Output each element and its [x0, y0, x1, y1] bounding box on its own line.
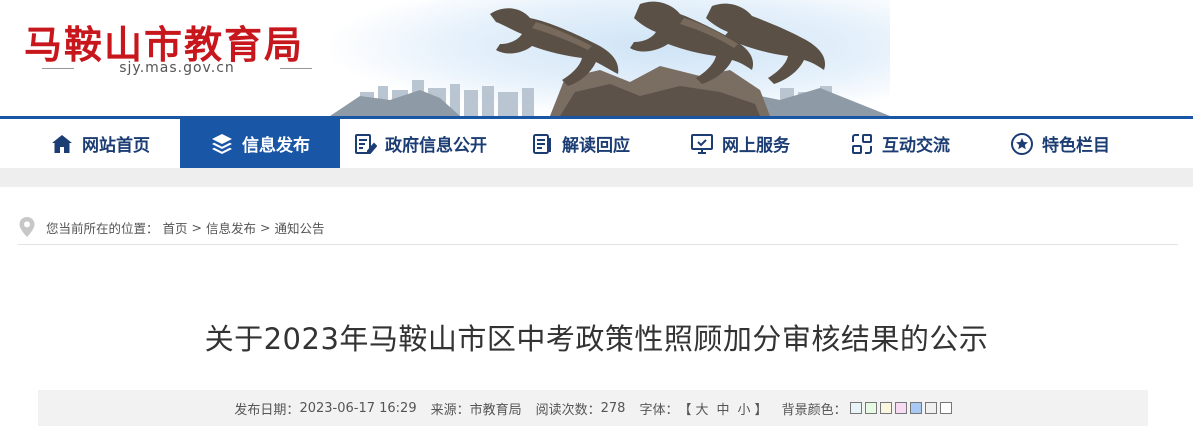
background-swatch-5[interactable] [909, 402, 922, 414]
source-label: 来源： [430, 402, 470, 418]
nav-item-label: 网站首页 [82, 136, 150, 156]
breadcrumb-info-release-link[interactable]: 信息发布 [206, 218, 256, 237]
nav-item-online-service[interactable]: 网上服务 [660, 119, 820, 168]
nav-item-label: 政府信息公开 [385, 136, 487, 156]
nav-item-label: 信息发布 [242, 136, 310, 156]
monitor-icon [690, 132, 714, 156]
layers-icon [210, 132, 234, 156]
star-icon [1010, 132, 1034, 156]
interaction-icon [850, 132, 874, 156]
horse-sculpture-image [330, 1, 890, 116]
site-domain: sjy.mas.gov.cn [42, 60, 312, 76]
breadcrumb-notice-link[interactable]: 通知公告 [275, 218, 325, 237]
nav-item-home[interactable]: 网站首页 [20, 119, 180, 168]
nav-item-featured[interactable]: 特色栏目 [980, 119, 1140, 168]
font-bracket-close: 】 [754, 402, 768, 418]
nav-divider-band [0, 168, 1193, 187]
site-header: 马鞍山市教育局 sjy.mas.gov.cn [0, 0, 1193, 116]
breadcrumb-prefix: 您当前所在的位置： [46, 220, 159, 236]
font-size-small-button[interactable]: 小 [738, 399, 751, 418]
article-meta-bar: 发布日期： 2023-06-17 16:29 来源： 市教育局 阅读次数： 27… [38, 390, 1148, 426]
publish-date-value: 2023-06-17 16:29 [299, 400, 417, 416]
font-size-label: 字体： [639, 402, 679, 418]
background-swatch-6[interactable] [924, 402, 937, 414]
publish-date-label: 发布日期： [234, 402, 300, 418]
nav-item-label: 解读回应 [562, 136, 630, 156]
breadcrumb: 您当前所在的位置： 首页 > 信息发布 > 通知公告 [18, 210, 1178, 245]
font-size-large-button[interactable]: 大 [696, 399, 709, 418]
breadcrumb-separator: > [191, 219, 203, 235]
clipboard-icon [530, 132, 554, 156]
background-color-label: 背景颜色： [781, 402, 847, 418]
background-swatch-7[interactable] [939, 402, 952, 414]
nav-item-info-release[interactable]: 信息发布 [180, 119, 340, 168]
font-bracket-open: 【 [678, 402, 692, 418]
nav-item-label: 网上服务 [722, 136, 790, 156]
view-count-value: 278 [600, 400, 626, 416]
nav-item-label: 特色栏目 [1042, 136, 1110, 156]
breadcrumb-separator: > [260, 219, 271, 235]
location-pin-icon [19, 217, 35, 237]
nav-item-interaction[interactable]: 互动交流 [820, 119, 980, 168]
background-color-swatches [847, 401, 952, 416]
background-swatch-2[interactable] [864, 402, 877, 414]
background-swatch-3[interactable] [879, 402, 892, 414]
source-value: 市教育局 [469, 402, 522, 418]
view-count-label: 阅读次数： [535, 402, 601, 418]
home-icon [50, 132, 74, 156]
main-nav: 网站首页 信息发布 政府信息公开 解读回应 网上服务 互动交流 特色栏目 [0, 116, 1193, 168]
nav-item-label: 互动交流 [882, 136, 950, 156]
breadcrumb-home-link[interactable]: 首页 [163, 218, 188, 237]
background-swatch-1[interactable] [849, 402, 862, 414]
document-edit-icon [353, 132, 377, 156]
background-swatch-4[interactable] [894, 402, 907, 414]
article-title: 关于2023年马鞍山市区中考政策性照顾加分审核结果的公示 [204, 322, 989, 356]
font-size-medium-button[interactable]: 中 [717, 399, 730, 418]
nav-item-gov-info[interactable]: 政府信息公开 [340, 119, 500, 168]
nav-item-interpretation[interactable]: 解读回应 [500, 119, 660, 168]
